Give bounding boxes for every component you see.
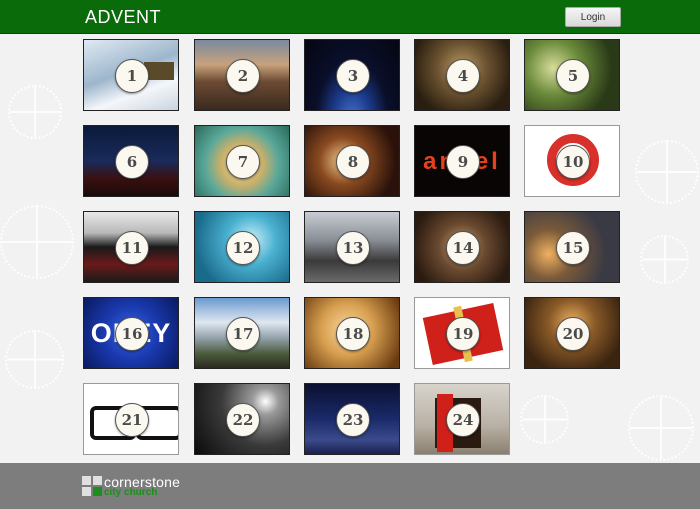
snowflake-decoration xyxy=(0,205,74,279)
day-number: 17 xyxy=(226,317,260,351)
advent-day-10[interactable]: 10 xyxy=(524,125,620,197)
logo-icon xyxy=(82,476,102,496)
advent-day-12[interactable]: 12 xyxy=(194,211,290,283)
advent-day-7[interactable]: 7 xyxy=(194,125,290,197)
day-number: 5 xyxy=(556,59,590,93)
advent-day-19[interactable]: 19 xyxy=(414,297,510,369)
day-number: 3 xyxy=(336,59,370,93)
day-number: 8 xyxy=(336,145,370,179)
day-number: 19 xyxy=(446,317,480,351)
day-number: 1 xyxy=(115,59,149,93)
day-number: 2 xyxy=(226,59,260,93)
day-number: 21 xyxy=(115,403,149,437)
advent-day-23[interactable]: 23 xyxy=(304,383,400,455)
day-number: 11 xyxy=(115,231,149,265)
advent-day-6[interactable]: 6 xyxy=(83,125,179,197)
day-number: 18 xyxy=(336,317,370,351)
login-button[interactable]: Login xyxy=(565,7,621,27)
advent-day-8[interactable]: 8 xyxy=(304,125,400,197)
snowflake-decoration xyxy=(5,330,64,389)
advent-day-5[interactable]: 5 xyxy=(524,39,620,111)
day-number: 6 xyxy=(115,145,149,179)
advent-day-17[interactable]: 17 xyxy=(194,297,290,369)
advent-day-24[interactable]: 24 xyxy=(414,383,510,455)
advent-day-1[interactable]: 1 xyxy=(83,39,179,111)
snowflake-decoration xyxy=(520,395,569,444)
day-number: 23 xyxy=(336,403,370,437)
advent-day-15[interactable]: 15 xyxy=(524,211,620,283)
snowflake-decoration xyxy=(640,235,689,284)
advent-day-13[interactable]: 13 xyxy=(304,211,400,283)
day-number: 15 xyxy=(556,231,590,265)
advent-day-21[interactable]: 21 xyxy=(83,383,179,455)
page-title: ADVENT xyxy=(85,7,162,27)
snowflake-decoration xyxy=(628,395,694,461)
advent-day-2[interactable]: 2 xyxy=(194,39,290,111)
day-number: 14 xyxy=(446,231,480,265)
day-number: 10 xyxy=(556,145,590,179)
day-number: 12 xyxy=(226,231,260,265)
advent-day-18[interactable]: 18 xyxy=(304,297,400,369)
advent-day-22[interactable]: 22 xyxy=(194,383,290,455)
advent-day-11[interactable]: 11 xyxy=(83,211,179,283)
advent-day-14[interactable]: 14 xyxy=(414,211,510,283)
day-number: 9 xyxy=(446,145,480,179)
logo-subtitle: city church xyxy=(104,487,158,498)
snowflake-decoration xyxy=(8,85,62,139)
day-number: 7 xyxy=(226,145,260,179)
logo-square xyxy=(93,476,102,485)
day-number: 22 xyxy=(226,403,260,437)
advent-day-3[interactable]: 3 xyxy=(304,39,400,111)
day-number: 20 xyxy=(556,317,590,351)
logo-square xyxy=(82,487,91,496)
snowflake-decoration xyxy=(635,140,699,204)
advent-day-9[interactable]: angel 9 xyxy=(414,125,510,197)
day-number: 13 xyxy=(336,231,370,265)
header-bar: ADVENT Login xyxy=(0,0,700,34)
advent-day-20[interactable]: 20 xyxy=(524,297,620,369)
day-number: 16 xyxy=(115,317,149,351)
advent-day-4[interactable]: 4 xyxy=(414,39,510,111)
day-number: 24 xyxy=(446,403,480,437)
logo-square xyxy=(82,476,91,485)
day-number: 4 xyxy=(446,59,480,93)
logo-square xyxy=(93,487,102,496)
advent-day-16[interactable]: OBEY 16 xyxy=(83,297,179,369)
